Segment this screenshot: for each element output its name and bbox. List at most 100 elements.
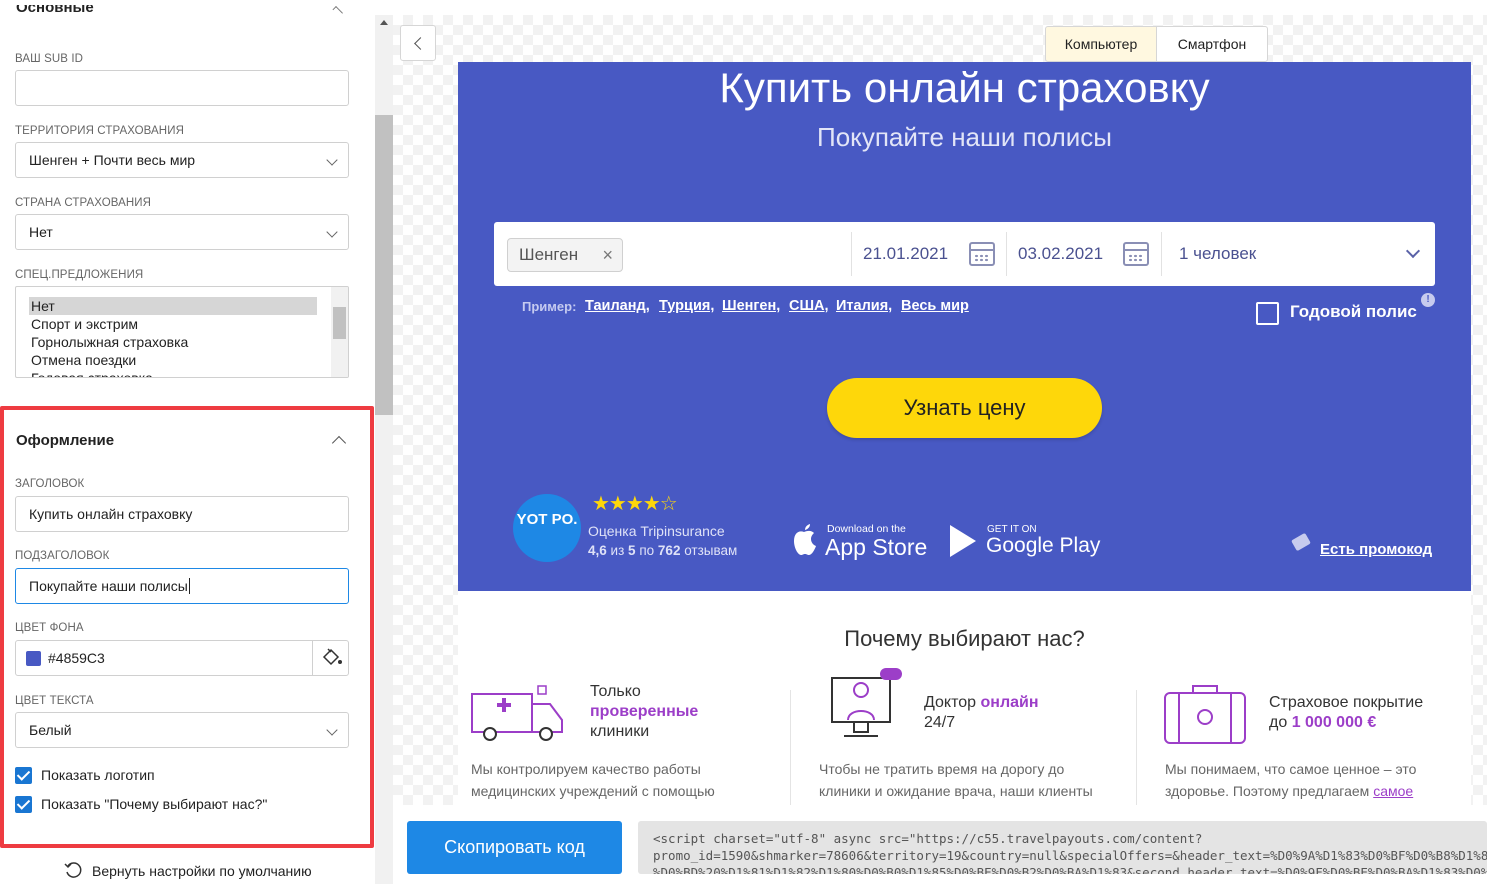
why-col3-text2a: здоровье. Поэтому предлагаем (1165, 783, 1370, 799)
annual-policy-label[interactable]: Годовой полис (1290, 302, 1417, 322)
listbox-scroll-thumb[interactable] (333, 307, 346, 339)
sub-id-label: ВАШ SUB ID (15, 53, 84, 65)
show-logo-label[interactable]: Показать логотип (41, 767, 155, 783)
rating-reviews: отзывам (684, 543, 738, 558)
banner-subtitle: Покупайте наши полисы (817, 122, 1112, 152)
country-value: Нет (29, 224, 53, 240)
get-price-button[interactable]: Узнать цену (827, 378, 1102, 438)
doctor-online-icon (818, 664, 908, 742)
date-from-field[interactable]: 21.01.2021 (863, 244, 948, 264)
country-select[interactable]: Нет (15, 214, 349, 250)
divider (1006, 232, 1007, 276)
listbox-option[interactable]: Отмена поездки (16, 351, 348, 369)
why-col3-amount: 1 000 000 € (1291, 714, 1377, 731)
sub-id-input[interactable] (15, 70, 349, 106)
listbox-option[interactable]: Горнолыжная страховка (16, 333, 348, 351)
reset-icon[interactable] (63, 860, 83, 880)
territory-label: ТЕРРИТОРИЯ СТРАХОВАНИЯ (15, 125, 184, 137)
subheader-input[interactable]: Покупайте наши полисы (15, 568, 349, 604)
example-link[interactable]: США, (789, 298, 829, 314)
why-col2-line1: Доктор онлайн (924, 694, 1039, 712)
text-color-label: ЦВЕТ ТЕКСТА (15, 695, 94, 707)
why-col3-text2: здоровье. Поэтому предлагаем самое (1165, 780, 1413, 802)
section-title-design: Оформление (16, 432, 115, 449)
apple-icon[interactable] (789, 522, 821, 558)
why-col3-link[interactable]: самое (1373, 783, 1413, 799)
calendar-icon[interactable] (1123, 242, 1149, 266)
listbox-option[interactable]: Нет (29, 297, 317, 315)
google-play-link[interactable]: Google Play (986, 534, 1100, 558)
special-offers-listbox[interactable]: Нет Спорт и экстрим Горнолыжная страховк… (15, 286, 349, 378)
country-label: СТРАНА СТРАХОВАНИЯ (15, 197, 152, 209)
code-line: <script charset="utf-8" async src="https… (653, 831, 1203, 846)
bg-color-input[interactable]: #4859C3 (15, 640, 349, 676)
stars-rating-icon: ★★★★☆ (592, 493, 678, 515)
divider (1136, 690, 1137, 805)
why-col3-line1: Страховое покрытие (1269, 694, 1424, 711)
appstore-link[interactable]: App Store (825, 534, 927, 561)
territory-value: Шенген + Почти весь мир (29, 152, 196, 168)
why-col1-line3: клиники (590, 723, 650, 740)
why-us-title: Почему выбирают нас? (844, 626, 1085, 651)
promo-code-link[interactable]: Есть промокод (1320, 541, 1432, 558)
example-link[interactable]: Турция, (659, 298, 714, 314)
embed-code-box[interactable]: <script charset="utf-8" async src="https… (638, 821, 1487, 874)
why-col3-upto: до (1269, 714, 1288, 731)
panel-scroll-thumb[interactable] (375, 115, 393, 415)
why-col1-text2: медицинских учреждений с помощью (471, 783, 715, 799)
annual-policy-checkbox[interactable] (1256, 302, 1279, 325)
why-col3-text1: Мы понимаем, что самое ценное – это (1165, 761, 1417, 777)
suitcase-icon (1163, 683, 1249, 747)
collapse-main-icon[interactable] (329, 6, 343, 20)
back-button[interactable] (400, 25, 436, 61)
why-col1-line1: Только (590, 683, 641, 700)
show-why-checkbox[interactable] (15, 796, 32, 813)
example-link[interactable]: Весь мир (901, 298, 969, 314)
example-link[interactable]: Шенген, (722, 298, 780, 314)
scroll-up-arrow-icon[interactable] (380, 20, 388, 25)
divider (790, 690, 791, 805)
banner-title: Купить онлайн страховку (719, 64, 1210, 111)
copy-code-button[interactable]: Скопировать код (407, 821, 622, 874)
rating-summary: 4,6 из 5 по 762 отзывам (588, 543, 737, 558)
paint-bucket-icon[interactable] (312, 641, 348, 675)
listbox-option[interactable]: Спорт и экстрим (16, 315, 348, 333)
code-line: promo_id=1590&shmarker=78606&territory=1… (653, 848, 1487, 863)
text-color-select[interactable]: Белый (15, 712, 349, 748)
show-why-label[interactable]: Показать "Почему выбирают нас?" (41, 796, 267, 812)
territory-select[interactable]: Шенген + Почти весь мир (15, 142, 349, 178)
reset-button[interactable]: Вернуть настройки по умолчанию (92, 863, 312, 879)
info-icon[interactable]: ! (1421, 293, 1435, 307)
destination-chip-label: Шенген (519, 245, 579, 264)
destination-chip[interactable]: Шенген × (507, 238, 623, 272)
chevron-down-icon (326, 226, 338, 238)
header-label: ЗАГОЛОВОК (15, 478, 85, 490)
google-play-icon[interactable] (948, 524, 978, 558)
divider (1161, 232, 1162, 276)
text-color-value: Белый (29, 722, 72, 738)
example-link[interactable]: Италия, (836, 298, 892, 314)
calendar-icon[interactable] (969, 242, 995, 266)
search-form (494, 222, 1435, 286)
examples-label: Пример: (522, 299, 577, 314)
yotpo-logo: YOT PO. (513, 494, 581, 562)
date-to-field[interactable]: 03.02.2021 (1018, 244, 1103, 264)
settings-panel: Основные ВАШ SUB ID ТЕРРИТОРИЯ СТРАХОВАН… (0, 0, 375, 884)
why-col1-line2: проверенные (590, 703, 699, 720)
why-col2-online: онлайн (980, 694, 1039, 711)
bg-color-value: #4859C3 (48, 650, 105, 666)
why-col2-text1: Чтобы не тратить время на дорогу до (819, 761, 1065, 777)
device-mobile-button[interactable]: Смартфон (1156, 26, 1268, 62)
show-logo-checkbox[interactable] (15, 767, 32, 784)
example-link[interactable]: Таиланд, (585, 298, 650, 314)
rating-value: 4,6 (588, 543, 607, 558)
special-offers-label: СПЕЦ.ПРЕДЛОЖЕНИЯ (15, 269, 144, 281)
bg-color-label: ЦВЕТ ФОНА (15, 622, 84, 634)
listbox-option[interactable]: Годовая страховка (16, 369, 348, 377)
travelers-field[interactable]: 1 человек (1179, 244, 1256, 264)
close-icon[interactable]: × (602, 239, 613, 271)
header-input[interactable]: Купить онлайн страховку (15, 496, 349, 532)
device-desktop-button[interactable]: Компьютер (1045, 26, 1157, 62)
divider (851, 232, 852, 276)
why-col1-text1: Мы контролируем качество работы (471, 761, 701, 777)
